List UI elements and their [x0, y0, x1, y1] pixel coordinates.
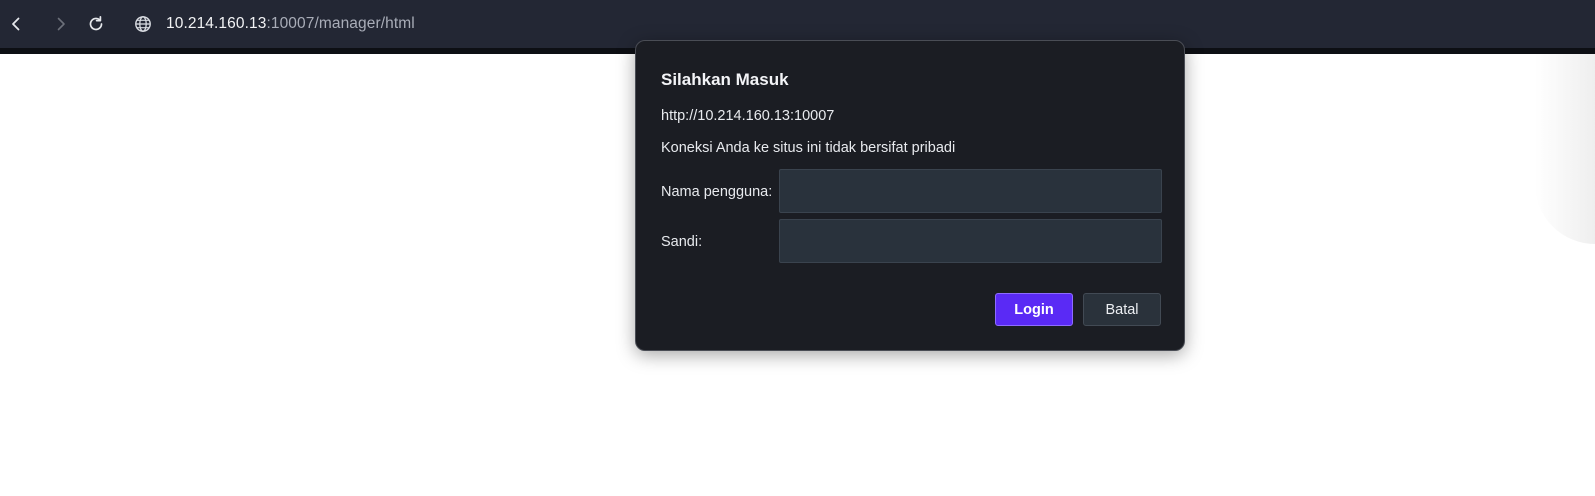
- forward-button[interactable]: [47, 10, 75, 38]
- password-input[interactable]: [779, 219, 1162, 263]
- back-button[interactable]: [2, 10, 30, 38]
- login-button[interactable]: Login: [995, 293, 1073, 326]
- dialog-origin: http://10.214.160.13:10007: [661, 108, 835, 124]
- connection-warning: Koneksi Anda ke situs ini tidak bersifat…: [661, 140, 956, 156]
- reload-icon: [89, 15, 103, 31]
- username-input[interactable]: [779, 169, 1162, 213]
- reload-button[interactable]: [82, 10, 110, 38]
- username-label: Nama pengguna:: [661, 184, 773, 200]
- url-path: :10007/manager/html: [266, 15, 415, 32]
- login-dialog: Silahkan Masuk http://10.214.160.13:1000…: [635, 40, 1185, 351]
- cancel-button[interactable]: Batal: [1083, 293, 1161, 326]
- url-host: 10.214.160.13: [166, 15, 267, 32]
- chevron-right-icon: [57, 17, 65, 31]
- dialog-title: Silahkan Masuk: [661, 70, 789, 89]
- address-bar[interactable]: 10.214.160.13:10007/manager/html: [134, 10, 415, 38]
- globe-icon[interactable]: [134, 15, 152, 33]
- url-text[interactable]: 10.214.160.13:10007/manager/html: [166, 15, 415, 33]
- chevron-left-icon: [12, 17, 20, 31]
- side-panel-shadow: [1535, 54, 1595, 244]
- password-label: Sandi:: [661, 234, 703, 250]
